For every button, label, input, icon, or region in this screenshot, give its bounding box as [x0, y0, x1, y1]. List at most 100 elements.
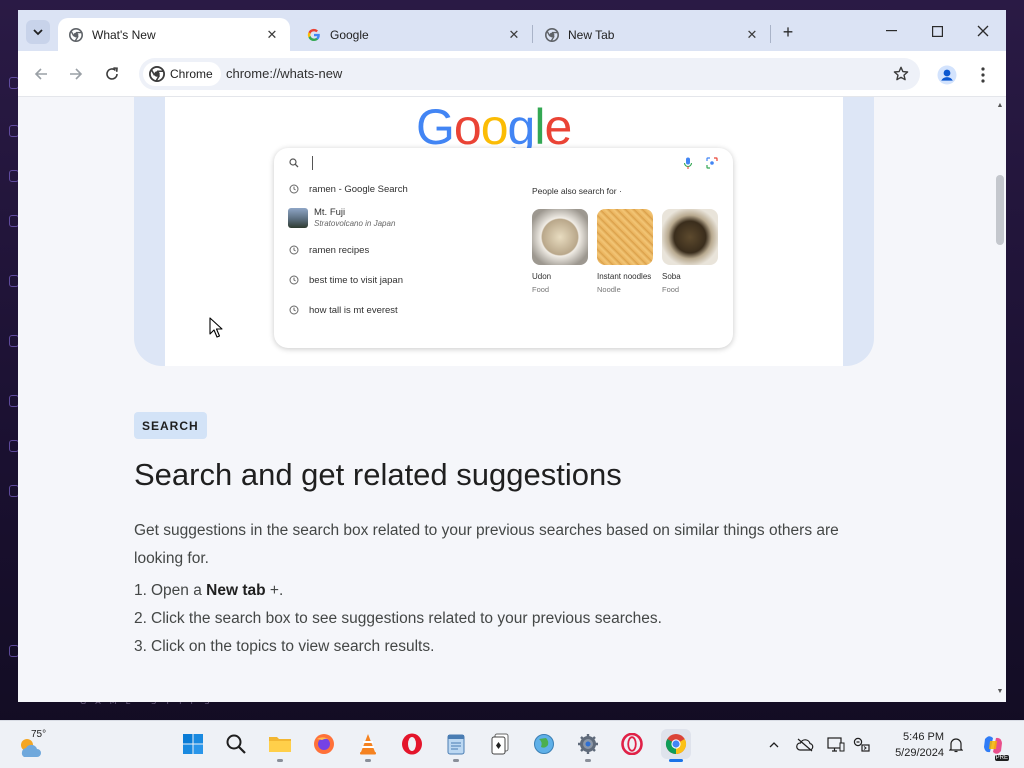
chrome-taskbar-button[interactable]: [661, 729, 691, 762]
file-explorer-button[interactable]: [265, 729, 295, 762]
star-icon: [893, 66, 909, 81]
chevron-down-icon: [33, 28, 43, 35]
network-app-button[interactable]: [529, 729, 559, 759]
steps-list: 1. Open a New tab +. 2. Click the search…: [134, 577, 662, 661]
step-text: Click on the topics to view search resul…: [151, 638, 435, 655]
search-icon: [226, 734, 246, 754]
cloud-offline-icon: [796, 738, 814, 752]
step-text: Open a New tab +.: [151, 577, 283, 605]
opera-gx-icon: [621, 733, 643, 755]
show-hidden-icons-button[interactable]: [764, 735, 784, 755]
step-text-bold: New tab: [206, 582, 266, 599]
back-button[interactable]: [28, 61, 54, 87]
display-button[interactable]: [826, 735, 846, 755]
suggestion-text: ramen - Google Search: [309, 183, 408, 195]
avatar-icon: [937, 65, 957, 85]
history-icon: [288, 304, 300, 316]
chrome-icon: [149, 66, 165, 82]
bookmark-button[interactable]: [890, 63, 912, 85]
gear-icon: [578, 734, 598, 754]
address-bar[interactable]: Chrome chrome://whats-new: [139, 58, 920, 90]
running-indicator: [585, 759, 591, 762]
related-card-name: Soba: [662, 272, 681, 281]
instant-noodles-image: [597, 209, 653, 265]
close-icon[interactable]: ✕: [506, 27, 522, 43]
settings-button[interactable]: [573, 729, 603, 762]
solitaire-button[interactable]: [485, 729, 515, 759]
search-button[interactable]: [221, 729, 251, 759]
firefox-button[interactable]: [309, 729, 339, 759]
microphone-icon: [681, 156, 695, 170]
tab-title: Google: [330, 27, 369, 42]
step-number: 3.: [134, 638, 147, 655]
maximize-icon: [931, 25, 943, 37]
tab-title: New Tab: [568, 27, 615, 42]
close-window-button[interactable]: [960, 18, 1006, 44]
weather-temperature: 75°: [31, 729, 47, 740]
profile-button[interactable]: [934, 62, 960, 88]
bell-icon: [949, 738, 963, 753]
close-icon[interactable]: ✕: [744, 27, 760, 43]
history-icon: [288, 274, 300, 286]
reload-button[interactable]: [99, 61, 125, 87]
taskbar: 75° 5:46 PM 5/29/2024 PRE: [0, 720, 1024, 768]
firefox-icon: [314, 734, 334, 754]
tab-search-button[interactable]: [26, 20, 50, 44]
related-card-instant-noodles: Instant noodles Noodle: [597, 209, 653, 294]
new-tab-button[interactable]: +: [776, 20, 800, 44]
folder-icon: [269, 737, 291, 752]
category-badge: SEARCH: [134, 412, 207, 439]
scroll-up-arrow-icon[interactable]: ▲: [996, 101, 1004, 109]
maximize-button[interactable]: [914, 18, 960, 44]
onedrive-button[interactable]: [795, 735, 815, 755]
mock-suggestion: ramen recipes: [288, 244, 369, 256]
forward-button[interactable]: [63, 61, 89, 87]
chrome-icon: [544, 27, 560, 43]
weather-widget[interactable]: 75°: [17, 729, 57, 761]
vlc-button[interactable]: [353, 729, 383, 762]
notifications-button[interactable]: [946, 735, 966, 755]
site-info-chip[interactable]: Chrome: [143, 62, 221, 86]
logo-letter: o: [453, 99, 482, 155]
search-icon: [287, 156, 301, 170]
tab-whats-new[interactable]: What's New ✕: [58, 18, 290, 51]
menu-button[interactable]: [973, 62, 993, 88]
tab-new-tab[interactable]: New Tab ✕: [534, 18, 770, 51]
logo-letter: l: [534, 99, 545, 155]
network-icon: [853, 737, 870, 752]
step-number: 1.: [134, 582, 147, 599]
opera-button[interactable]: [397, 729, 427, 759]
chevron-up-icon: [769, 742, 779, 748]
related-card-category: Noodle: [597, 285, 621, 294]
notepad-button[interactable]: [441, 729, 471, 762]
mock-suggestion: ramen - Google Search: [288, 183, 408, 195]
related-card-name: Udon: [532, 272, 552, 281]
running-indicator: [453, 759, 459, 762]
scroll-down-arrow-icon[interactable]: ▼: [996, 687, 1004, 695]
url-text[interactable]: chrome://whats-new: [226, 66, 342, 81]
scrollbar-thumb[interactable]: [996, 175, 1004, 245]
illustration-screen: Google ramen - Google Search Mt. Fuji St…: [165, 97, 843, 366]
quick-settings-button[interactable]: [852, 735, 872, 755]
suggestion-text: ramen recipes: [309, 244, 370, 256]
system-clock[interactable]: 5:46 PM 5/29/2024: [880, 729, 944, 761]
close-icon[interactable]: ✕: [264, 27, 280, 43]
step-text-post: +.: [265, 582, 284, 599]
history-icon: [288, 183, 300, 195]
more-vertical-icon: [981, 67, 985, 83]
preview-badge: PRE: [994, 755, 1009, 761]
tab-google[interactable]: Google ✕: [296, 18, 532, 51]
active-indicator: [669, 759, 683, 762]
google-icon: [306, 27, 322, 43]
opera-gx-button[interactable]: [617, 729, 647, 759]
arrow-right-icon: [70, 68, 83, 80]
start-button[interactable]: [178, 729, 208, 759]
copilot-button[interactable]: PRE: [979, 731, 1009, 761]
soba-image: [662, 209, 718, 265]
minimize-button[interactable]: [868, 18, 914, 44]
running-indicator: [365, 759, 371, 762]
suggestion-text: how tall is mt everest: [309, 304, 398, 316]
clock-date: 5/29/2024: [895, 747, 944, 759]
vertical-scrollbar[interactable]: ▲ ▼: [994, 97, 1006, 702]
people-also-search-title: People also search for ·: [532, 186, 622, 196]
